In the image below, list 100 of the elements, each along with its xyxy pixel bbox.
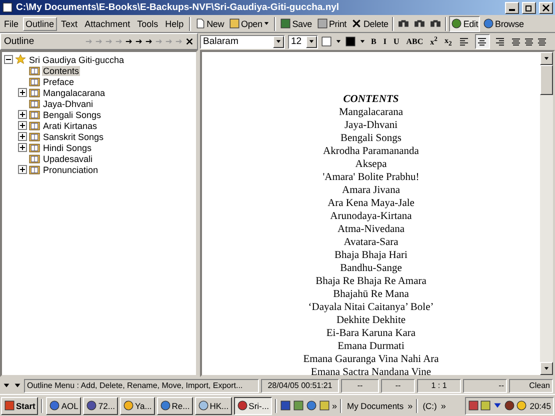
down-arrow-icon [13, 381, 22, 390]
tree-item[interactable]: Sanskrit Songs [42, 132, 105, 142]
tray-icon [504, 400, 515, 411]
taskbar-button[interactable]: Re... [156, 396, 193, 414]
arrow-icon [105, 37, 114, 46]
expand-toggle[interactable] [18, 132, 27, 141]
style-button[interactable]: x$_{2}$ [442, 34, 454, 48]
expand-toggle[interactable] [18, 143, 27, 152]
page-icon [194, 18, 206, 29]
new-button[interactable]: New [192, 16, 226, 32]
book-icon [29, 87, 40, 98]
close-icon [351, 18, 362, 29]
delete-button[interactable]: Delete [349, 16, 390, 32]
toolbar-label[interactable]: (C:) [420, 400, 439, 410]
taskbar-button[interactable]: Ya... [120, 396, 155, 414]
book-icon [29, 98, 40, 109]
save-button[interactable]: Save [278, 16, 314, 32]
style-button[interactable]: x$^{2}$ [428, 34, 440, 48]
tree-item[interactable]: Mangalacarana [42, 88, 106, 98]
contents-entry: Bhajahū Re Mana [333, 288, 409, 301]
outline-title: Outline [4, 36, 36, 47]
tree-item[interactable]: Pronunciation [42, 164, 100, 174]
book-icon [29, 153, 40, 164]
scrollbar[interactable] [540, 52, 553, 375]
menu-item[interactable]: Outline [22, 16, 58, 30]
down-arrow-icon [543, 365, 550, 372]
contents-entry: Bandhu-Sange [340, 262, 402, 275]
contents-entry: Atma-Nivedana [337, 223, 405, 236]
status-field: -- [381, 378, 415, 392]
document-editor[interactable] [200, 50, 555, 377]
tree-item[interactable]: Arati Kirtanas [42, 120, 98, 130]
contents-entry: Ei-Bara Karuna Kara [326, 327, 416, 340]
toolbar-label[interactable]: My Documents [344, 400, 406, 410]
contents-entry: Emana Sactra Nandana Vine [310, 366, 432, 375]
align-icon [477, 36, 488, 46]
align-icon [459, 36, 470, 46]
tree-item[interactable]: Bengali Songs [42, 110, 102, 120]
restore-button[interactable] [522, 2, 536, 14]
tree-item[interactable]: Contents [42, 66, 80, 76]
open-button[interactable]: Open [227, 16, 272, 32]
menu-item[interactable]: Tools [134, 16, 162, 30]
caret-icon [263, 20, 270, 27]
clock: 20:45 [530, 400, 551, 410]
cursor-position: 1 : 1 [417, 378, 461, 392]
caret-icon [335, 38, 342, 45]
expand-toggle[interactable] [18, 110, 27, 119]
book-icon [29, 109, 40, 120]
arrow-icon [85, 37, 94, 46]
font-field[interactable]: Balaram [200, 34, 285, 48]
tree-item[interactable]: Jaya-Dhvani [42, 98, 94, 108]
minimize-button[interactable] [505, 2, 519, 14]
start-button[interactable]: Start [1, 396, 38, 414]
chevron[interactable]: » [332, 400, 337, 410]
contents-entry: Emana Durmati [338, 340, 404, 353]
book-icon [29, 65, 40, 76]
contents-entry: Arunodaya-Kirtana [330, 210, 412, 223]
tree-item[interactable]: Preface [42, 76, 76, 86]
align-center-button[interactable] [474, 34, 490, 49]
chevron[interactable]: » [440, 400, 446, 410]
star-icon [15, 54, 26, 65]
style-button[interactable]: U [391, 34, 402, 48]
tree-item[interactable]: Sri Gaudiya Giti-guccha [28, 54, 126, 64]
contents-entry: Avatara-Sara [344, 236, 398, 249]
menu-item[interactable]: Attachment [82, 16, 134, 30]
status-date: 28/04/05 00:51:21 [261, 378, 339, 392]
menu-item[interactable]: File [1, 16, 22, 30]
contents-entry: Bhaja Bhaja Hari [334, 249, 408, 262]
collapse-toggle[interactable] [4, 55, 13, 64]
taskbar-button[interactable]: HK... [194, 396, 232, 414]
style-button[interactable]: B [369, 34, 378, 48]
contents-entry: Amara Jivana [342, 184, 400, 197]
text-color-icon [345, 36, 356, 47]
chevron[interactable]: » [408, 400, 413, 410]
expand-toggle[interactable] [18, 165, 27, 174]
align-icon [495, 36, 506, 46]
style-button[interactable]: I [381, 34, 388, 48]
print-button[interactable]: Print [314, 16, 348, 32]
expand-toggle[interactable] [18, 88, 27, 97]
contents-entry: Jaya-Dhvani [344, 119, 398, 132]
size-field[interactable]: 12 [288, 34, 318, 48]
arrow-icon [125, 37, 134, 46]
expand-toggle[interactable] [18, 121, 27, 130]
scroll-thumb[interactable] [540, 65, 553, 95]
tree-item[interactable]: Upadesavali [42, 154, 94, 164]
document-heading: CONTENTS [343, 93, 399, 106]
menu-item[interactable]: Help [162, 16, 187, 30]
taskbar-button[interactable]: AOL [46, 396, 82, 414]
contents-entry: Emana Gauranga Vina Nahi Ara [303, 353, 439, 366]
menu-item[interactable]: Text [58, 16, 81, 30]
taskbar-button[interactable]: Sri-... [234, 396, 272, 414]
arrow-icon [115, 37, 124, 46]
tree-item[interactable]: Hindi Songs [42, 142, 93, 152]
taskbar-button[interactable]: 72... [83, 396, 118, 414]
contents-entry: Ara Kena Maya-Jale [328, 197, 414, 210]
book-icon [29, 142, 40, 153]
contents-entry: Mangalacarana [338, 106, 404, 119]
close-button[interactable] [539, 2, 553, 14]
edit-button[interactable]: Edit [449, 16, 480, 32]
style-button[interactable]: ABC [404, 34, 426, 48]
browse-button[interactable]: Browse [481, 16, 526, 32]
